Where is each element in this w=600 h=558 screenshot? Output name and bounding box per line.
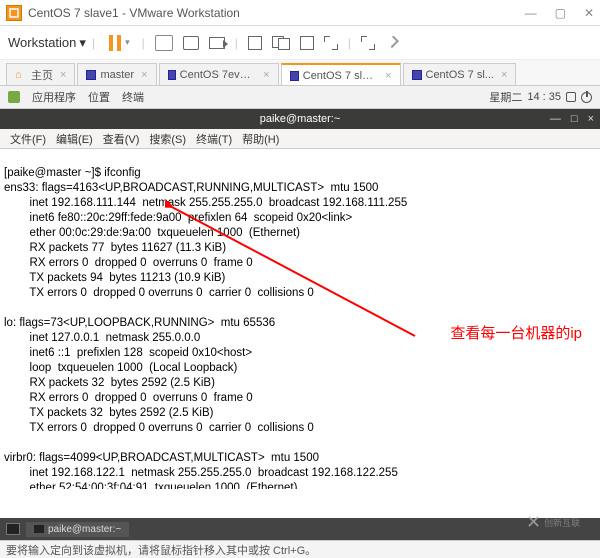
window-maximize-button[interactable]: ▢ [555, 6, 566, 20]
fullscreen-icon[interactable] [324, 36, 338, 50]
output-line: inet 192.168.111.144 netmask 255.255.255… [4, 197, 407, 209]
pause-button[interactable]: ▾ [109, 35, 130, 51]
terminal-icon [34, 525, 44, 533]
pause-icon [117, 35, 121, 51]
mouse-icon[interactable] [155, 35, 173, 51]
window-minimize-button[interactable]: — [525, 6, 537, 20]
unity-icon[interactable] [300, 36, 314, 50]
clock-label: 14 : 35 [527, 91, 561, 103]
close-icon[interactable]: × [60, 69, 66, 81]
volume-icon[interactable] [566, 92, 576, 102]
power-icon[interactable] [581, 92, 592, 103]
output-line: RX errors 0 dropped 0 overruns 0 frame 0 [4, 257, 253, 269]
tab-centos-slave2[interactable]: CentOS 7 sl...× [403, 63, 517, 85]
places-menu[interactable]: 位置 [88, 89, 110, 105]
output-line: ether 00:0c:29:de:9a:00 txqueuelen 1000 … [4, 227, 300, 239]
output-line: inet6 fe80::20c:29ff:fede:9a00 prefixlen… [4, 212, 352, 224]
menu-search[interactable]: 搜索(S) [145, 131, 190, 147]
terminal-title: paike@master:~ [260, 113, 341, 125]
prompt: [paike@master ~]$ [4, 167, 104, 179]
vm-icon [86, 70, 96, 80]
menu-terminal[interactable]: 终端(T) [192, 131, 236, 147]
output-line: ether 52:54:00:3f:04:91 txqueuelen 1000 … [4, 482, 297, 489]
output-line: lo: flags=73<UP,LOOPBACK,RUNNING> mtu 65… [4, 317, 275, 329]
terminal-menubar: 文件(F) 编辑(E) 查看(V) 搜索(S) 终端(T) 帮助(H) [0, 129, 600, 149]
watermark: ✕创新互联 [526, 508, 596, 536]
output-line: virbr0: flags=4099<UP,BROADCAST,MULTICAS… [4, 452, 319, 464]
close-icon[interactable]: × [385, 70, 391, 82]
output-line: TX packets 32 bytes 2592 (2.5 KiB) [4, 407, 213, 419]
vmware-status-bar: 要将输入定向到该虚拟机，请将鼠标指针移入其中或按 Ctrl+G。 [0, 540, 600, 558]
snapshot-icon[interactable] [183, 36, 199, 50]
menu-help[interactable]: 帮助(H) [238, 131, 283, 147]
command-text: ifconfig [104, 167, 140, 179]
taskbar-terminal-button[interactable]: paike@master:~ [26, 522, 129, 537]
vm-icon [412, 70, 422, 80]
app-icon [6, 5, 22, 21]
status-text: 要将输入定向到该虚拟机，请将鼠标指针移入其中或按 Ctrl+G。 [6, 542, 316, 558]
menu-edit[interactable]: 编辑(E) [52, 131, 97, 147]
output-line: RX packets 32 bytes 2592 (2.5 KiB) [4, 377, 215, 389]
settings-icon[interactable] [385, 36, 399, 50]
vm-icon [168, 70, 176, 80]
guest-top-panel: 应用程序 位置 终端 星期二 14 : 35 [0, 86, 600, 109]
view-single-icon[interactable] [248, 36, 262, 50]
output-line: inet6 ::1 prefixlen 128 scopeid 0x10<hos… [4, 347, 252, 359]
output-line: loop txqueuelen 1000 (Local Loopback) [4, 362, 237, 374]
taskbar-vm-thumb[interactable] [6, 523, 20, 535]
output-line: TX errors 0 dropped 0 overruns 0 carrier… [4, 287, 314, 299]
view-multi-icon[interactable] [272, 36, 290, 50]
menu-file[interactable]: 文件(F) [6, 131, 50, 147]
dropdown-caret-icon: ▾ [79, 35, 86, 51]
close-icon[interactable]: × [501, 69, 507, 81]
window-close-button[interactable]: ✕ [584, 6, 594, 20]
workstation-menu[interactable]: Workstation ▾ [8, 35, 86, 51]
window-title: CentOS 7 slave1 - VMware Workstation [28, 6, 525, 20]
stretch-icon[interactable] [361, 36, 375, 50]
vm-icon [290, 71, 299, 81]
tab-master[interactable]: master× [77, 63, 156, 85]
annotation-text: 查看每一台机器的ip [450, 327, 582, 341]
output-line: inet 192.168.122.1 netmask 255.255.255.0… [4, 467, 398, 479]
tab-home[interactable]: ⌂主页× [6, 63, 75, 85]
terminal-output[interactable]: [paike@master ~]$ ifconfig ens33: flags=… [0, 149, 600, 489]
output-line: RX errors 0 dropped 0 overruns 0 frame 0 [4, 392, 253, 404]
terminal-close-button[interactable]: × [588, 113, 594, 125]
camera-icon[interactable] [209, 37, 225, 49]
pause-icon [109, 35, 113, 51]
output-line: inet 127.0.0.1 netmask 255.0.0.0 [4, 332, 200, 344]
tab-centos-slave1[interactable]: CentOS 7 slave1× [281, 63, 401, 85]
apps-menu[interactable]: 应用程序 [32, 89, 76, 105]
terminal-shortcut[interactable]: 终端 [122, 89, 144, 105]
home-icon: ⌂ [15, 69, 27, 81]
output-line: ens33: flags=4163<UP,BROADCAST,RUNNING,M… [4, 182, 378, 194]
output-line: TX packets 94 bytes 11213 (10.9 KiB) [4, 272, 225, 284]
tabs-row: ⌂主页× master× CentOS 7everything× CentOS … [0, 60, 600, 86]
terminal-minimize-button[interactable]: — [550, 113, 561, 125]
window-titlebar: CentOS 7 slave1 - VMware Workstation — ▢… [0, 0, 600, 26]
toolbar: Workstation ▾ | ▾ | | | [0, 26, 600, 60]
close-icon[interactable]: × [263, 69, 269, 81]
output-line: TX errors 0 dropped 0 overruns 0 carrier… [4, 422, 314, 434]
close-icon[interactable]: × [141, 69, 147, 81]
menu-view[interactable]: 查看(V) [99, 131, 144, 147]
apps-icon[interactable] [8, 91, 20, 103]
terminal-maximize-button[interactable]: □ [571, 113, 578, 125]
separator: | [92, 36, 95, 50]
weekday-label: 星期二 [489, 89, 522, 105]
output-line: RX packets 77 bytes 11627 (11.3 KiB) [4, 242, 226, 254]
guest-taskbar: paike@master:~ [0, 518, 600, 540]
tab-centos-everything[interactable]: CentOS 7everything× [159, 63, 279, 85]
terminal-titlebar[interactable]: paike@master:~ — □ × [0, 109, 600, 129]
